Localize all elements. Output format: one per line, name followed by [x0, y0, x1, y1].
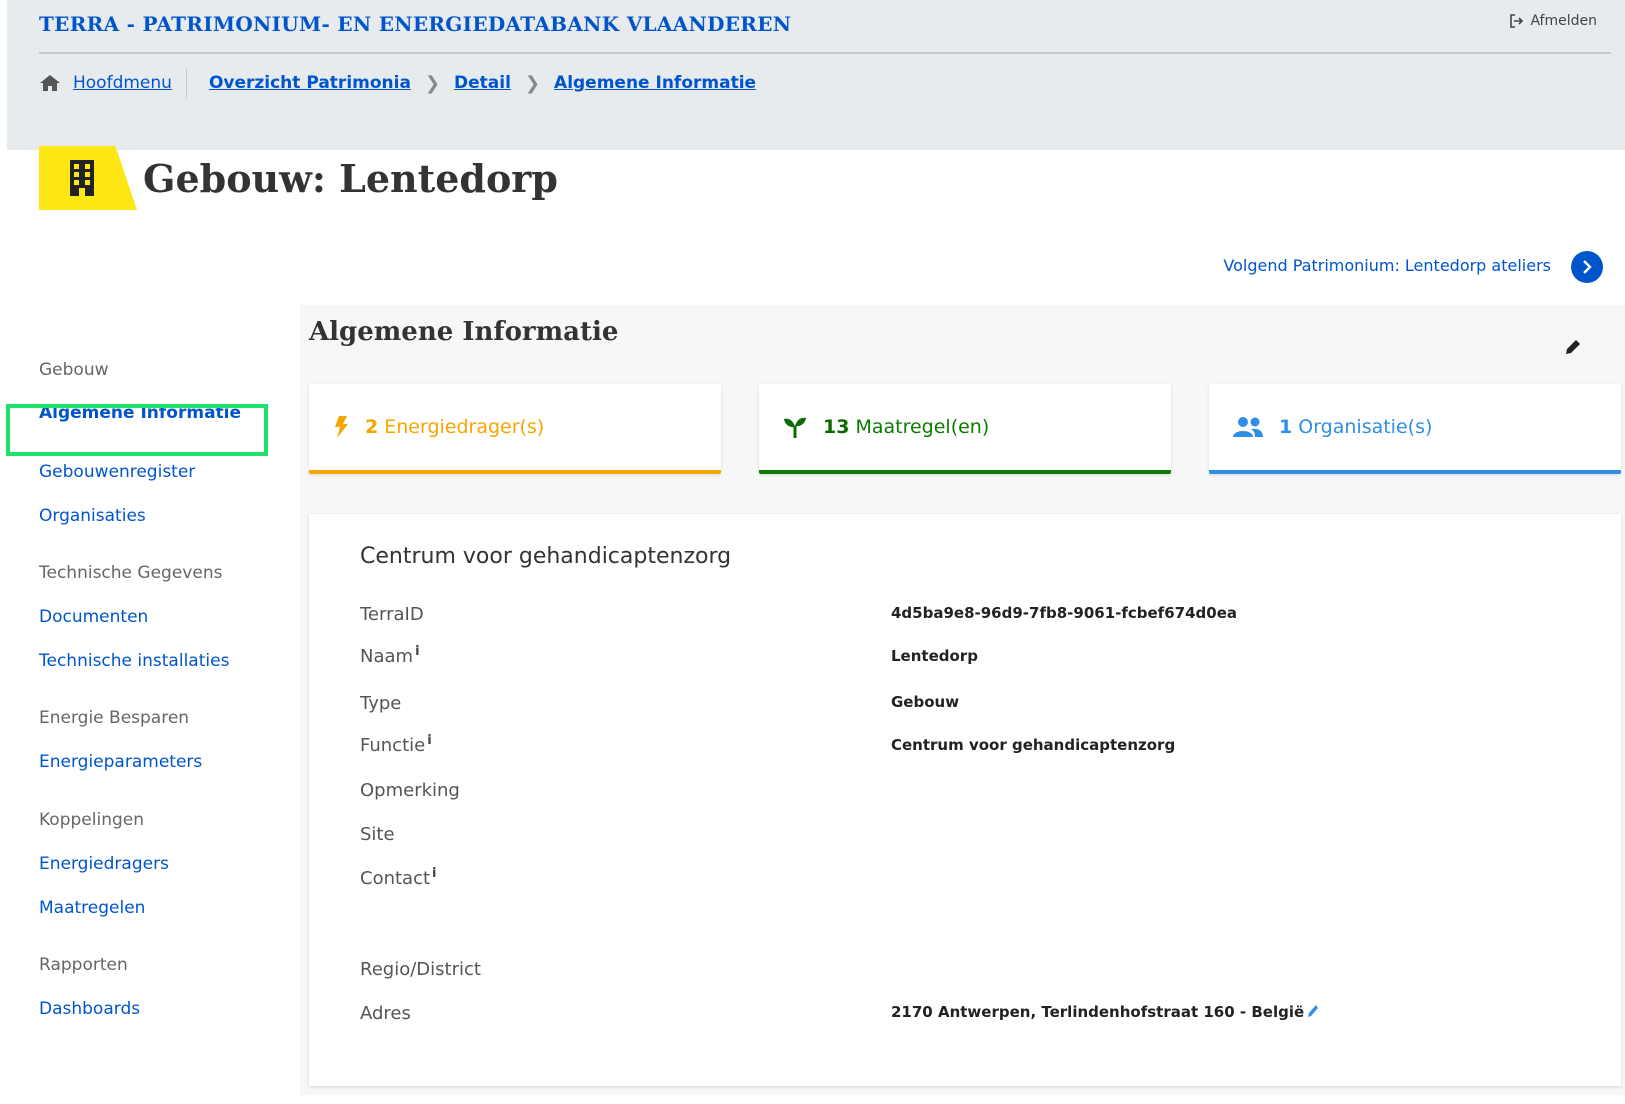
page-title-block: Gebouw: Lentedorp [39, 146, 558, 210]
maatregelen-count: 13 [823, 416, 850, 438]
logout-label: Afmelden [1530, 13, 1597, 29]
section-title: Algemene Informatie [309, 317, 619, 347]
energiedragers-card[interactable]: 2 Energiedrager(s) [309, 384, 721, 474]
header-divider [39, 52, 1611, 54]
users-icon [1233, 417, 1263, 437]
value-naam: Lentedorp [891, 647, 978, 665]
energiedragers-count: 2 [365, 416, 379, 438]
sidebar-group-energie-besparen: Energie Besparen [39, 708, 190, 728]
breadcrumb: Hoofdmenu Overzicht Patrimonia ❯ Detail … [39, 68, 756, 98]
sidebar-item-energieparameters[interactable]: Energieparameters [39, 752, 202, 772]
label-type: Type [360, 693, 402, 714]
pencil-icon[interactable] [1307, 1004, 1319, 1018]
organisaties-card[interactable]: 1 Organisatie(s) [1209, 384, 1621, 474]
value-functie: Centrum voor gehandicaptenzorg [891, 736, 1176, 754]
label-terraid: TerraID [360, 604, 424, 625]
breadcrumb-overzicht[interactable]: Overzicht Patrimonia [209, 73, 411, 93]
value-terraid: 4d5ba9e8-96d9-7fb8-9061-fcbef674d0ea [891, 604, 1237, 622]
sidebar-group-koppelingen: Koppelingen [39, 810, 144, 830]
next-patrimonium-button[interactable] [1571, 251, 1603, 283]
sidebar-group-rapporten: Rapporten [39, 955, 128, 975]
logout-icon [1510, 14, 1524, 28]
sidebar-item-gebouwenregister[interactable]: Gebouwenregister [39, 462, 195, 482]
breadcrumb-home[interactable]: Hoofdmenu [73, 73, 172, 93]
page-title: Gebouw: Lentedorp [143, 155, 558, 201]
label-opmerking: Opmerking [360, 780, 460, 801]
info-icon[interactable]: i [427, 733, 431, 748]
sidebar-item-energiedragers[interactable]: Energiedragers [39, 854, 169, 874]
label-regio-district: Regio/District [360, 959, 481, 980]
title-badge [39, 146, 137, 210]
maatregelen-card[interactable]: 13 Maatregel(en) [759, 384, 1171, 474]
home-icon [40, 75, 60, 91]
sprout-icon [784, 417, 806, 438]
sidebar-item-dashboards[interactable]: Dashboards [39, 999, 140, 1019]
info-icon[interactable]: i [415, 644, 419, 659]
sidebar-group-technische-gegevens: Technische Gegevens [39, 563, 223, 583]
site-title[interactable]: TERRA - PATRIMONIUM- EN ENERGIEDATABANK … [39, 12, 791, 36]
sidebar-group-gebouw: Gebouw [39, 360, 109, 380]
pencil-icon[interactable] [1563, 337, 1583, 357]
label-naam: Naam i [360, 644, 420, 667]
info-card: Centrum voor gehandicaptenzorg TerraID 4… [309, 514, 1621, 1086]
breadcrumb-detail[interactable]: Detail [454, 73, 511, 93]
value-adres: 2170 Antwerpen, Terlindenhofstraat 160 -… [891, 1003, 1319, 1021]
breadcrumb-separator [185, 68, 187, 98]
sidebar-item-documenten[interactable]: Documenten [39, 607, 148, 627]
organisaties-count: 1 [1279, 416, 1293, 438]
value-type: Gebouw [891, 693, 960, 711]
sidebar-item-maatregelen[interactable]: Maatregelen [39, 898, 145, 918]
active-item-highlight [6, 404, 268, 456]
chevron-right-icon: ❯ [424, 72, 441, 94]
organisaties-label: Organisatie(s) [1298, 416, 1433, 438]
logout-button[interactable]: Afmelden [1509, 13, 1597, 29]
sidebar-item-organisaties[interactable]: Organisaties [39, 506, 146, 526]
chevron-right-icon [1583, 260, 1592, 274]
label-site: Site [360, 824, 395, 845]
maatregelen-label: Maatregel(en) [855, 416, 990, 438]
energiedragers-label: Energiedrager(s) [384, 416, 545, 438]
label-contact: Contact i [360, 866, 437, 889]
sidebar-item-technische-installaties[interactable]: Technische installaties [39, 651, 229, 671]
bolt-icon [335, 416, 348, 438]
info-icon[interactable]: i [432, 866, 436, 881]
adres-text: 2170 Antwerpen, Terlindenhofstraat 160 -… [891, 1003, 1305, 1021]
chevron-right-icon: ❯ [524, 72, 541, 94]
building-icon [70, 160, 94, 196]
label-adres: Adres [360, 1003, 411, 1024]
info-heading: Centrum voor gehandicaptenzorg [360, 544, 732, 569]
label-functie: Functie i [360, 733, 432, 756]
next-patrimonium-link[interactable]: Volgend Patrimonium: Lentedorp ateliers [1223, 256, 1551, 275]
breadcrumb-algemene-informatie[interactable]: Algemene Informatie [554, 73, 756, 93]
